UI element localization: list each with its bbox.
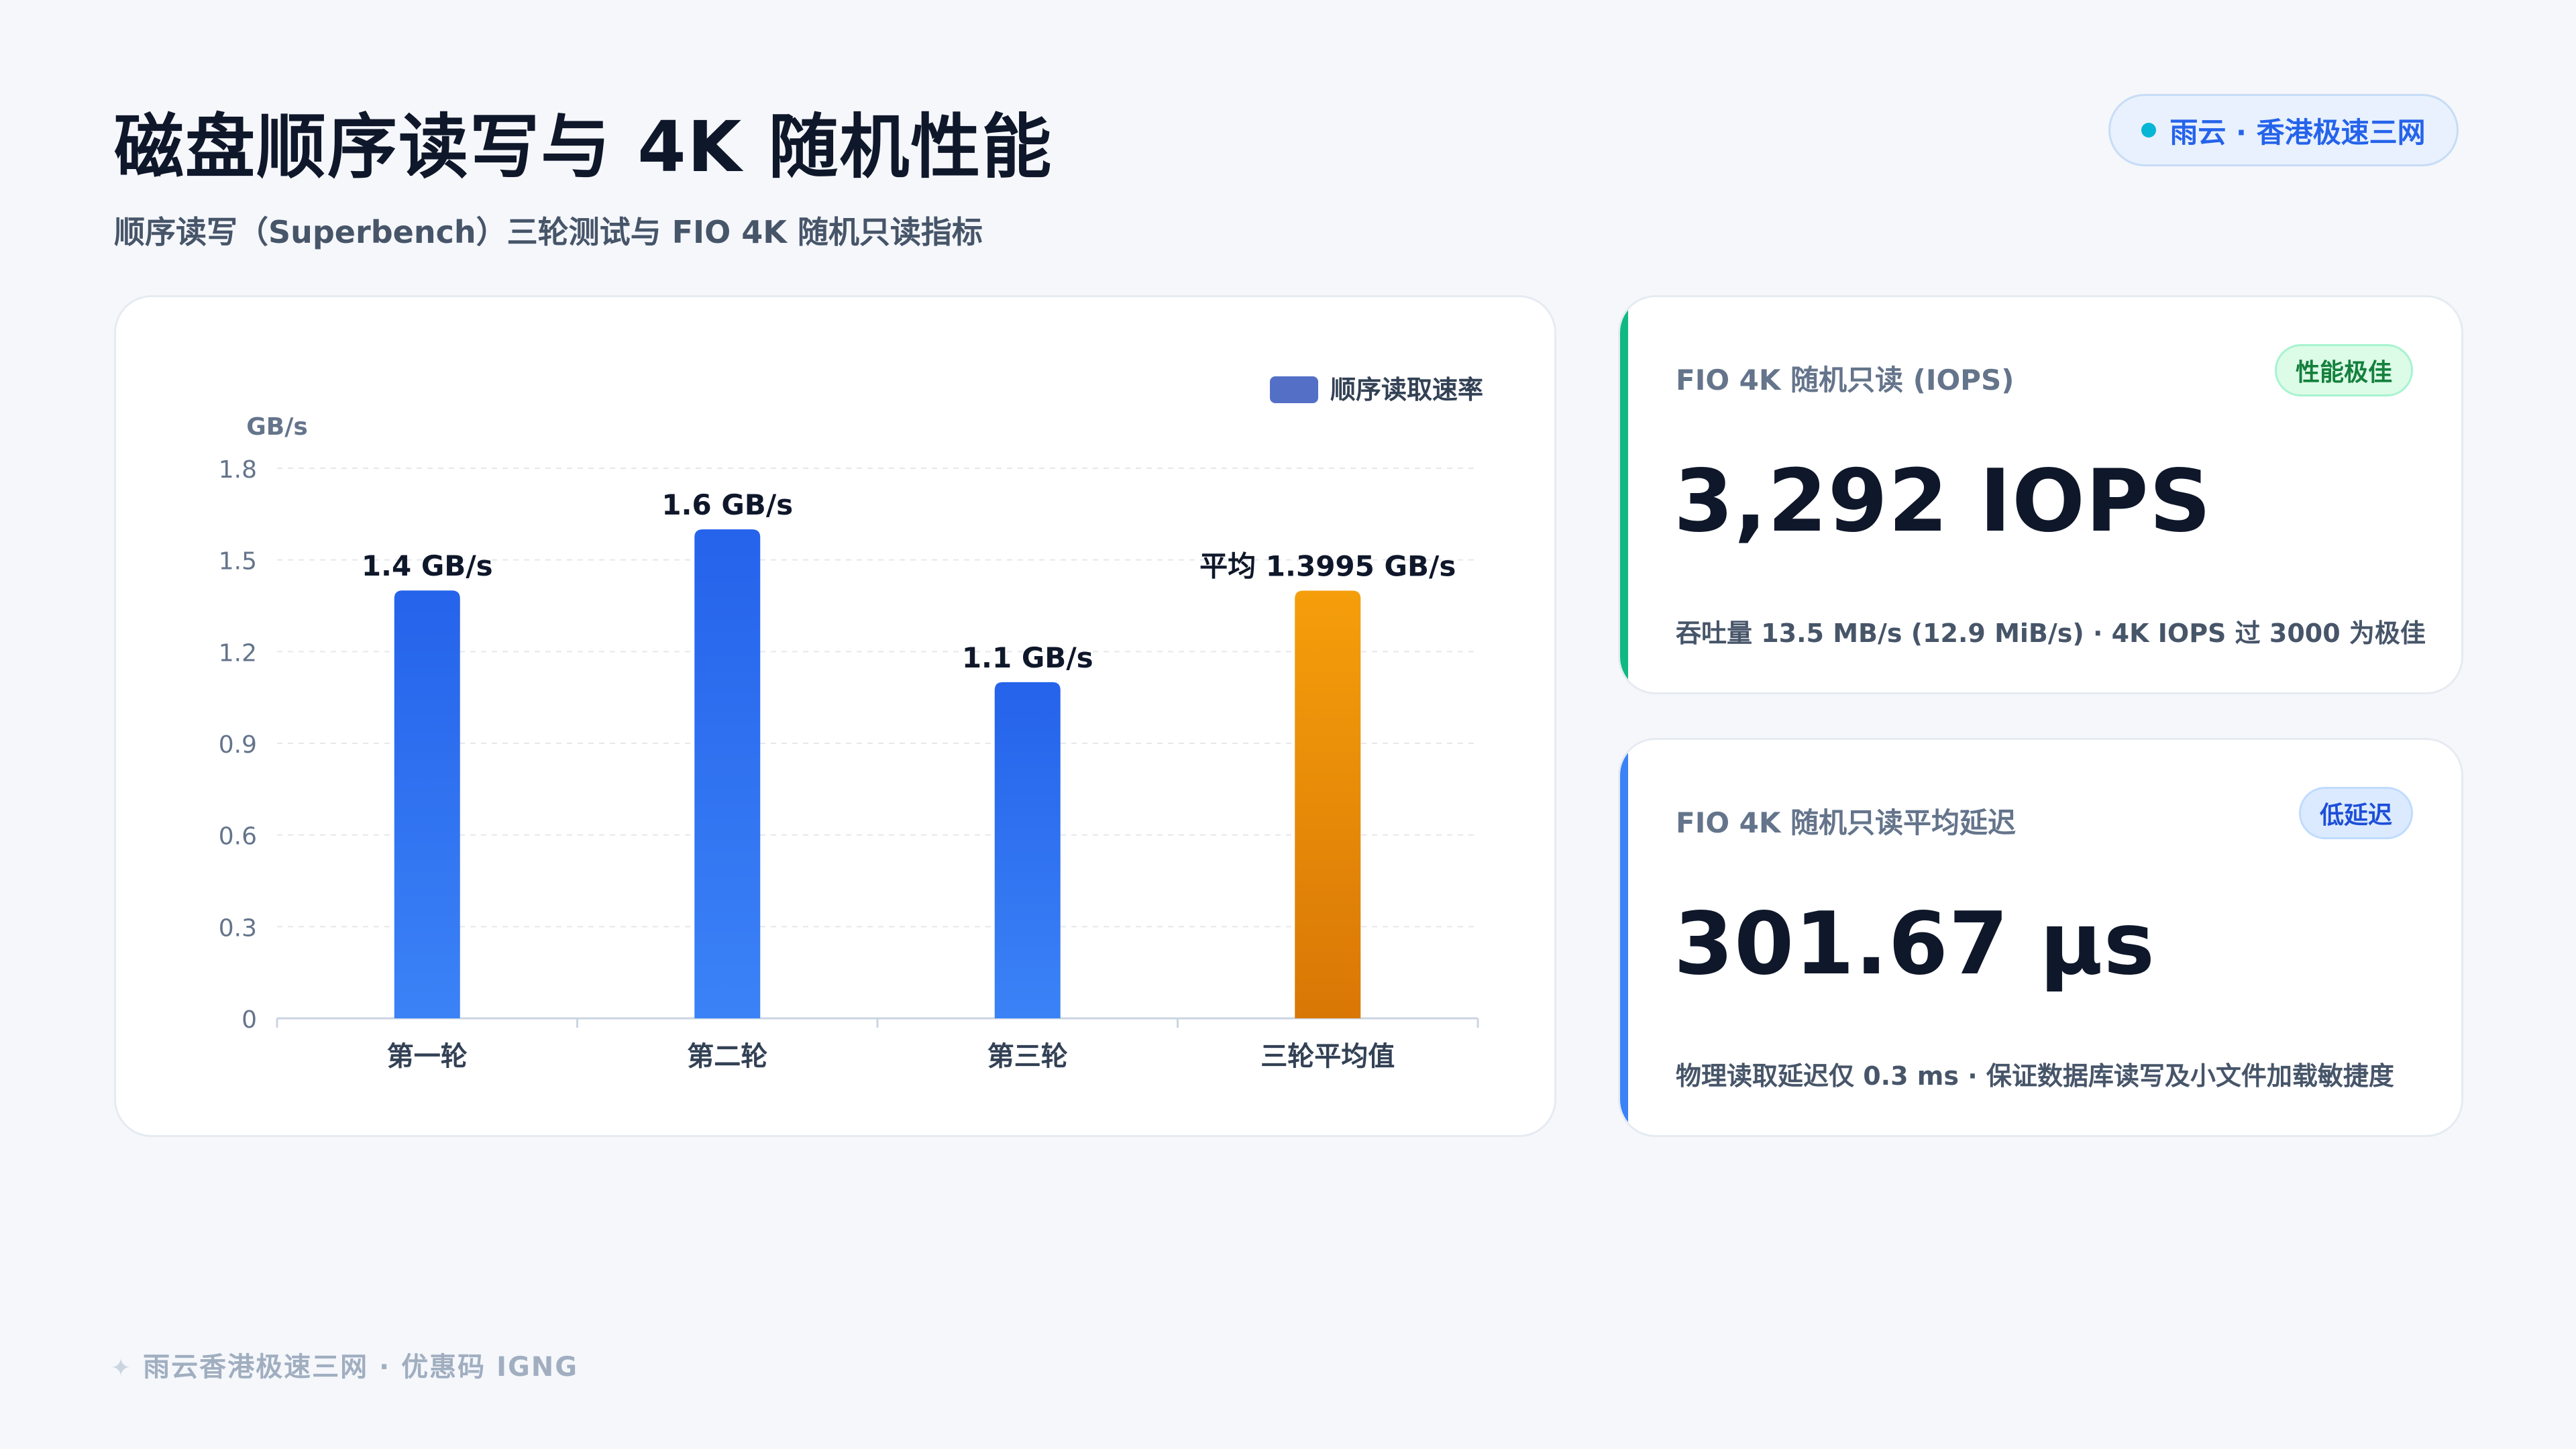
x-tick-label: 第三轮	[987, 1041, 1068, 1072]
y-axis-label: GB/s	[246, 413, 308, 441]
footer: ✦ 雨云香港极速三网 · 优惠码 IGNG	[111, 1345, 578, 1384]
page-title: 磁盘顺序读写与 4K 随机性能	[114, 106, 1053, 188]
provider-badge: 雨云 · 香港极速三网	[2108, 94, 2459, 166]
y-tick-label: 1.8	[219, 456, 257, 484]
latency-metric-card: FIO 4K 随机只读平均延迟 低延迟 301.67 µs 物理读取延迟仅 0.…	[1618, 738, 2463, 1137]
y-tick-label: 0	[241, 1006, 257, 1034]
y-tick-label: 0.3	[219, 914, 257, 942]
bar	[994, 682, 1061, 1018]
bar-average	[1295, 590, 1361, 1018]
legend-label: 顺序读取速率	[1330, 375, 1483, 405]
card-accent-bar	[1620, 740, 1628, 1135]
metric-note: 吞吐量 13.5 MB/s (12.9 MiB/s) · 4K IOPS 过 3…	[1676, 619, 2426, 648]
y-tick-label: 0.9	[219, 731, 257, 759]
metric-value: 301.67 µs	[1674, 894, 2155, 994]
chart-card: 0 0.3 0.6 0.9 1.2 1.5 1.8 GB/s 1.4 GB/s 第一轮 1.6 GB…	[114, 295, 1556, 1137]
data-label: 1.6 GB/s	[661, 488, 793, 521]
y-tick-label: 1.5	[219, 548, 257, 576]
metric-label: FIO 4K 随机只读 (IOPS)	[1676, 364, 2015, 396]
data-label: 1.1 GB/s	[962, 641, 1093, 674]
metric-tag: 低延迟	[2298, 787, 2413, 839]
metric-label: FIO 4K 随机只读平均延迟	[1676, 806, 2017, 839]
metric-tag: 性能极佳	[2274, 344, 2413, 396]
page-subtitle: 顺序读写（Superbench）三轮测试与 FIO 4K 随机只读指标	[114, 214, 983, 250]
bar	[394, 590, 460, 1018]
card-accent-bar	[1620, 297, 1628, 692]
x-tick-label: 第一轮	[387, 1041, 468, 1072]
x-tick-label: 三轮平均值	[1260, 1041, 1395, 1072]
x-tick-label: 第二轮	[687, 1041, 767, 1072]
bar	[694, 529, 761, 1018]
legend-swatch	[1270, 376, 1318, 403]
y-tick-label: 1.2	[219, 639, 257, 667]
data-label: 1.4 GB/s	[362, 549, 493, 582]
bar-chart: 0 0.3 0.6 0.9 1.2 1.5 1.8 GB/s 1.4 GB/s 第一轮 1.6 GB…	[219, 375, 1483, 1072]
data-label: 平均 1.3995 GB/s	[1199, 549, 1456, 582]
metric-note: 物理读取延迟仅 0.3 ms · 保证数据库读写及小文件加载敏捷度	[1676, 1061, 2394, 1091]
provider-badge-label: 雨云 · 香港极速三网	[2169, 115, 2426, 149]
iops-metric-card: FIO 4K 随机只读 (IOPS) 性能极佳 3,292 IOPS 吞吐量 1…	[1618, 295, 2463, 694]
status-dot-icon	[2141, 123, 2157, 138]
metric-value: 3,292 IOPS	[1674, 451, 2212, 551]
footer-text: 雨云香港极速三网 · 优惠码 IGNG	[143, 1352, 579, 1383]
y-tick-label: 0.6	[219, 823, 257, 851]
sparkle-icon: ✦	[111, 1354, 133, 1382]
